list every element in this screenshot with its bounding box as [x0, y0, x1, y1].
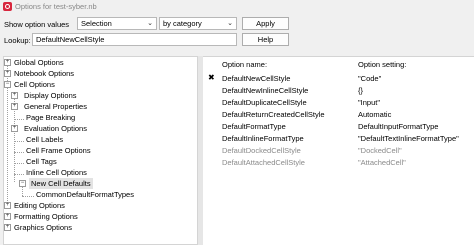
- tree-item-editing-options[interactable]: Editing Options: [14, 200, 65, 211]
- tree-item-inline-cell-options[interactable]: Inline Cell Options: [26, 167, 87, 178]
- tree-guide: [22, 196, 34, 197]
- expand-evaluation-options[interactable]: +: [11, 125, 18, 132]
- tree-item-evaluation-options[interactable]: Evaluation Options: [24, 123, 87, 134]
- option-name[interactable]: DefaultAttachedCellStyle: [222, 158, 305, 167]
- tree-item-notebook-options[interactable]: Notebook Options: [14, 68, 74, 79]
- lookup-input[interactable]: DefaultNewCellStyle: [32, 33, 237, 46]
- tree-item-cell-frame-options[interactable]: Cell Frame Options: [26, 145, 91, 156]
- collapse-new-cell-defaults[interactable]: −: [19, 180, 26, 187]
- expand-general-properties[interactable]: +: [11, 103, 18, 110]
- header-option-name: Option name:: [222, 60, 268, 69]
- window-title: Options for test-syber.nb: [15, 2, 97, 11]
- tree-item-formatting-options[interactable]: Formatting Options: [14, 211, 78, 222]
- tree-item-page-breaking[interactable]: Page Breaking: [26, 112, 75, 123]
- option-value[interactable]: "DefaultTextInlineFormatType": [358, 134, 459, 143]
- option-value[interactable]: "Input": [358, 98, 380, 107]
- header-option-setting: Option setting:: [358, 60, 407, 69]
- option-name[interactable]: DefaultFormatType: [222, 122, 286, 131]
- collapse-cell-options[interactable]: −: [4, 81, 11, 88]
- tree-guide: [14, 152, 24, 153]
- option-name[interactable]: DefaultNewCellStyle: [222, 74, 290, 83]
- tree-item-cell-options[interactable]: Cell Options: [14, 79, 55, 90]
- category-value: by category: [163, 19, 202, 28]
- app-icon: [3, 2, 12, 11]
- option-value[interactable]: Automatic: [358, 110, 391, 119]
- option-value[interactable]: {}: [358, 86, 363, 95]
- tree-guide: [14, 174, 24, 175]
- show-values-select[interactable]: Selection ⌄: [77, 17, 157, 30]
- option-name[interactable]: DefaultDockedCellStyle: [222, 146, 301, 155]
- tree-guide: [14, 163, 24, 164]
- show-option-values-label: Show option values: [4, 20, 70, 29]
- tree-item-new-cell-defaults[interactable]: New Cell Defaults: [29, 178, 93, 189]
- tree-item-common-default-format-types[interactable]: CommonDefaultFormatTypes: [36, 189, 134, 200]
- options-tree[interactable]: + Global Options + Notebook Options − Ce…: [3, 56, 198, 245]
- chevron-down-icon: ⌄: [147, 20, 153, 27]
- expand-formatting-options[interactable]: +: [4, 213, 11, 220]
- chevron-down-icon: ⌄: [227, 20, 233, 27]
- expand-editing-options[interactable]: +: [4, 202, 11, 209]
- tree-guide: [14, 141, 24, 142]
- help-button[interactable]: Help: [242, 33, 289, 46]
- option-value[interactable]: "DockedCell": [358, 146, 402, 155]
- title-bar: Options for test-syber.nb: [0, 0, 474, 14]
- option-value[interactable]: "AttachedCell": [358, 158, 406, 167]
- option-value[interactable]: "Code": [358, 74, 381, 83]
- tree-item-global-options[interactable]: Global Options: [14, 57, 64, 68]
- expand-global-options[interactable]: +: [4, 59, 11, 66]
- expand-display-options[interactable]: +: [11, 92, 18, 99]
- lookup-label: Lookup:: [4, 36, 31, 45]
- tree-item-cell-tags[interactable]: Cell Tags: [26, 156, 57, 167]
- show-values-value: Selection: [81, 19, 112, 28]
- remove-option-icon[interactable]: ✖: [208, 74, 215, 82]
- tree-item-graphics-options[interactable]: Graphics Options: [14, 222, 72, 233]
- option-name[interactable]: DefaultInlineFormatType: [222, 134, 304, 143]
- tree-item-general-properties[interactable]: General Properties: [24, 101, 87, 112]
- option-name[interactable]: DefaultReturnCreatedCellStyle: [222, 110, 325, 119]
- apply-button[interactable]: Apply: [242, 17, 289, 30]
- option-name[interactable]: DefaultDuplicateCellStyle: [222, 98, 307, 107]
- option-name[interactable]: DefaultNewInlineCellStyle: [222, 86, 308, 95]
- option-value[interactable]: DefaultInputFormatType: [358, 122, 438, 131]
- expand-graphics-options[interactable]: +: [4, 224, 11, 231]
- category-select[interactable]: by category ⌄: [159, 17, 237, 30]
- tree-item-display-options[interactable]: Display Options: [24, 90, 77, 101]
- tree-item-cell-labels[interactable]: Cell Labels: [26, 134, 63, 145]
- tree-guide: [14, 119, 24, 120]
- expand-notebook-options[interactable]: +: [4, 70, 11, 77]
